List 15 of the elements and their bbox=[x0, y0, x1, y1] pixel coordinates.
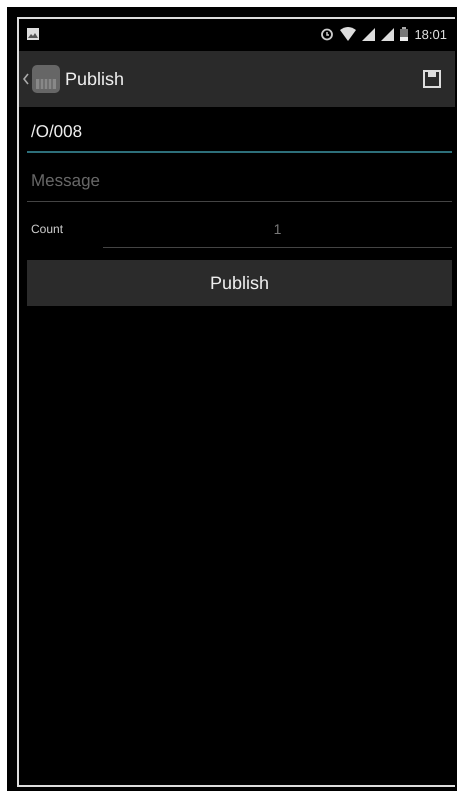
screen-title: Publish bbox=[65, 68, 124, 90]
app-icon bbox=[31, 64, 61, 94]
clock-time: 18:01 bbox=[414, 26, 447, 42]
image-icon bbox=[27, 28, 39, 40]
topic-field[interactable]: /O/008 bbox=[27, 113, 452, 153]
signal-icon bbox=[362, 28, 376, 40]
wifi-icon bbox=[340, 27, 356, 41]
count-label: Count bbox=[30, 222, 64, 236]
alarm-icon bbox=[320, 27, 334, 41]
chevron-left-icon bbox=[23, 73, 29, 85]
message-field[interactable]: Message bbox=[27, 161, 452, 202]
publish-button[interactable]: Publish bbox=[27, 260, 452, 306]
battery-icon bbox=[400, 27, 408, 41]
signal-icon bbox=[381, 28, 394, 40]
count-field[interactable]: 1 bbox=[103, 210, 452, 248]
